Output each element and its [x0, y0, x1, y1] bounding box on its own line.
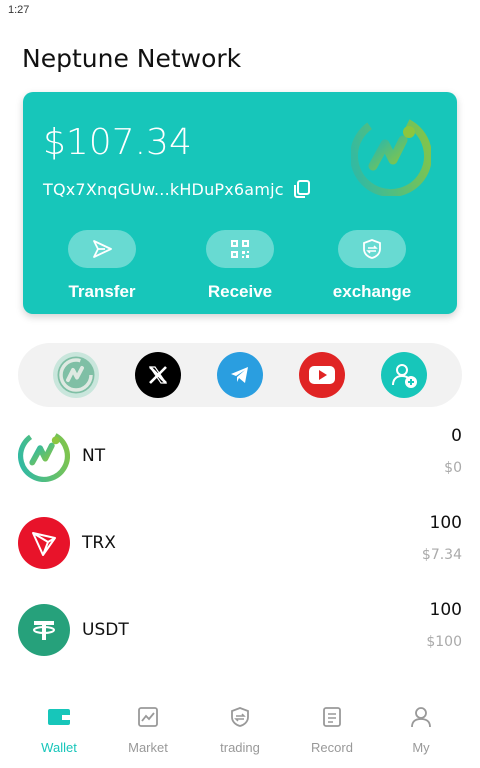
page-title: Neptune Network — [22, 44, 242, 73]
nav-label: Record — [311, 740, 353, 755]
trx-token-icon — [18, 517, 70, 569]
status-time: 1:27 — [8, 4, 30, 16]
copy-icon[interactable] — [291, 178, 313, 200]
transfer-label: Transfer — [68, 282, 136, 301]
neptune-logo-icon — [350, 115, 432, 197]
telegram-icon[interactable] — [217, 352, 263, 398]
exchange-label: exchange — [332, 282, 412, 301]
usdt-token-icon — [18, 604, 70, 656]
nav-trading[interactable]: trading — [192, 704, 288, 755]
token-row-usdt[interactable]: USDT 100 $100 — [0, 600, 480, 684]
wallet-icon — [46, 704, 72, 730]
nav-wallet[interactable]: Wallet — [11, 704, 107, 755]
exchange-button[interactable]: exchange — [317, 230, 427, 302]
qr-code-icon — [206, 230, 274, 268]
x-icon[interactable] — [135, 352, 181, 398]
add-contact-icon[interactable] — [381, 352, 427, 398]
exchange-shield-icon — [338, 230, 406, 268]
wallet-address: TQx7XnqGUw...kHDuPx6amjc — [43, 180, 284, 199]
nav-market[interactable]: Market — [100, 704, 196, 755]
record-icon — [319, 704, 345, 730]
token-amount: 0 — [451, 426, 462, 446]
token-amount: 100 — [429, 600, 462, 620]
trading-shield-icon — [227, 704, 253, 730]
receive-button[interactable]: Receive — [185, 230, 295, 302]
nt-token-icon — [18, 430, 70, 482]
nav-label: My — [412, 740, 430, 755]
youtube-icon[interactable] — [299, 352, 345, 398]
status-bar: 1:27 — [0, 0, 480, 22]
wallet-card: $107.34 TQx7XnqGUw...kHDuPx6amjc Transfe… — [23, 92, 457, 314]
token-row-trx[interactable]: TRX 100 $7.34 — [0, 513, 480, 597]
wallet-balance: $107.34 — [43, 122, 192, 163]
user-icon — [408, 704, 434, 730]
token-row-nt[interactable]: NT 0 $0 — [0, 426, 480, 510]
token-symbol: USDT — [82, 620, 129, 640]
nav-my[interactable]: My — [373, 704, 469, 755]
social-links-bar — [18, 343, 462, 407]
token-symbol: TRX — [82, 533, 116, 553]
token-symbol: NT — [82, 446, 106, 466]
bottom-nav: Wallet Market trading Record My — [0, 700, 480, 768]
nav-record[interactable]: Record — [284, 704, 380, 755]
neptune-logo-icon[interactable] — [53, 352, 99, 398]
transfer-button[interactable]: Transfer — [47, 230, 157, 302]
nav-label: Market — [128, 740, 168, 755]
token-value: $100 — [426, 634, 462, 650]
token-value: $0 — [444, 460, 462, 476]
nav-label: trading — [220, 740, 260, 755]
nav-label: Wallet — [41, 740, 77, 755]
send-icon — [68, 230, 136, 268]
receive-label: Receive — [207, 282, 273, 301]
chart-icon — [135, 704, 161, 730]
token-value: $7.34 — [421, 547, 462, 563]
token-amount: 100 — [429, 513, 462, 533]
